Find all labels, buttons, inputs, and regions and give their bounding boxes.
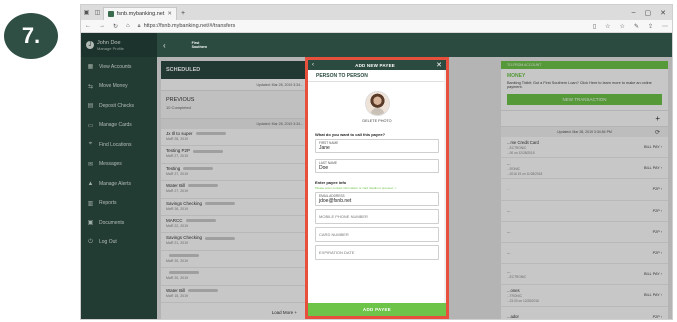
tab-title: fsnb.mybanking.net — [116, 11, 165, 17]
section-title: PERSON TO PERSON — [308, 70, 446, 82]
payee-name-question: What do you want to call this payee? — [315, 132, 386, 137]
app-header: ‹ First Southern — [157, 33, 672, 57]
payee-info-hint: Please enter contact information or card… — [315, 186, 397, 190]
address-bar: ← → ↻ ⌂ 🔒︎ https://fsnb.mybanking.net/#/… — [81, 20, 672, 33]
step-badge: 7. — [4, 13, 58, 59]
browser-tab[interactable]: fsnb.mybanking.net ✕ — [103, 7, 177, 20]
email-field[interactable]: EMAIL ADDRESS jdoe@fsnb.net — [315, 192, 439, 206]
reading-view-icon[interactable]: ▯ — [593, 23, 596, 30]
email-value: jdoe@fsnb.net — [319, 198, 352, 204]
mobile-phone-field[interactable]: MOBILE PHONE NUMBER — [315, 209, 439, 224]
forward-icon[interactable]: → — [99, 23, 105, 29]
tab-bar: ▣ ◫ fsnb.mybanking.net ✕ + – ▢ ✕ — [81, 5, 672, 20]
last-name-field[interactable]: LAST NAME Doe — [315, 159, 439, 173]
modal-scrollbar[interactable] — [444, 70, 446, 303]
more-icon[interactable]: ⋯ — [662, 23, 668, 30]
favorite-star-icon[interactable]: ☆ — [605, 23, 610, 30]
home-icon[interactable]: ⌂ — [126, 23, 130, 29]
minimize-button[interactable]: – — [632, 9, 636, 16]
first-name-value: Jane — [319, 145, 330, 151]
favicon-icon — [108, 11, 114, 17]
back-icon[interactable]: ← — [85, 23, 91, 29]
card-number-field[interactable]: CARD NUMBER — [315, 227, 439, 242]
modal-back-icon[interactable]: ‹ — [312, 62, 314, 68]
payee-photo[interactable] — [364, 91, 390, 116]
notes-icon[interactable]: ✎ — [634, 23, 639, 30]
tab-list-icon[interactable]: ▣ — [84, 9, 90, 16]
tab-close-icon[interactable]: ✕ — [167, 11, 172, 17]
url-text: https://fsnb.mybanking.net/#/transfers — [143, 23, 236, 29]
back-chevron-icon[interactable]: ‹ — [163, 41, 166, 50]
modal-title: ADD NEW PAYEE — [355, 62, 395, 68]
add-payee-modal: ‹ ADD NEW PAYEE ✕ PERSON TO PERSON DELET… — [305, 57, 449, 319]
modal-close-icon[interactable]: ✕ — [436, 62, 442, 69]
lock-icon: 🔒︎ — [137, 22, 141, 29]
add-payee-button[interactable]: ADD PAYEE — [308, 303, 446, 316]
maximize-button[interactable]: ▢ — [645, 9, 652, 17]
logo-line2: Southern — [191, 45, 208, 49]
tab-actions[interactable]: ▣ ◫ — [81, 5, 103, 20]
modal-header: ‹ ADD NEW PAYEE ✕ — [308, 60, 446, 70]
delete-photo-link[interactable]: DELETE PHOTO — [315, 119, 439, 123]
tab-set-aside-icon[interactable]: ◫ — [95, 9, 101, 16]
new-tab-button[interactable]: + — [181, 7, 185, 20]
sidebar-scrim — [81, 33, 157, 319]
expiration-date-field[interactable]: EXPIRATION DATE — [315, 245, 439, 260]
share-icon[interactable]: ⇪ — [648, 23, 653, 30]
refresh-icon[interactable]: ↻ — [113, 23, 118, 30]
bank-logo: First Southern — [192, 39, 214, 51]
first-name-field[interactable]: FIRST NAME Jane — [315, 139, 439, 153]
close-window-button[interactable]: ✕ — [660, 9, 666, 17]
last-name-value: Doe — [319, 165, 329, 171]
url-field[interactable]: 🔒︎ https://fsnb.mybanking.net/#/transfer… — [138, 22, 585, 31]
modal-body: PERSON TO PERSON DELETE PHOTO What do yo… — [308, 70, 446, 260]
window-controls: – ▢ ✕ — [626, 5, 672, 20]
favorites-icon[interactable]: ☆ — [620, 23, 625, 30]
payee-info-title: Enter payee info — [315, 180, 347, 185]
browser-toolbar-icons: ▯ ☆ ☆ ✎ ⇪ ⋯ — [593, 23, 668, 30]
